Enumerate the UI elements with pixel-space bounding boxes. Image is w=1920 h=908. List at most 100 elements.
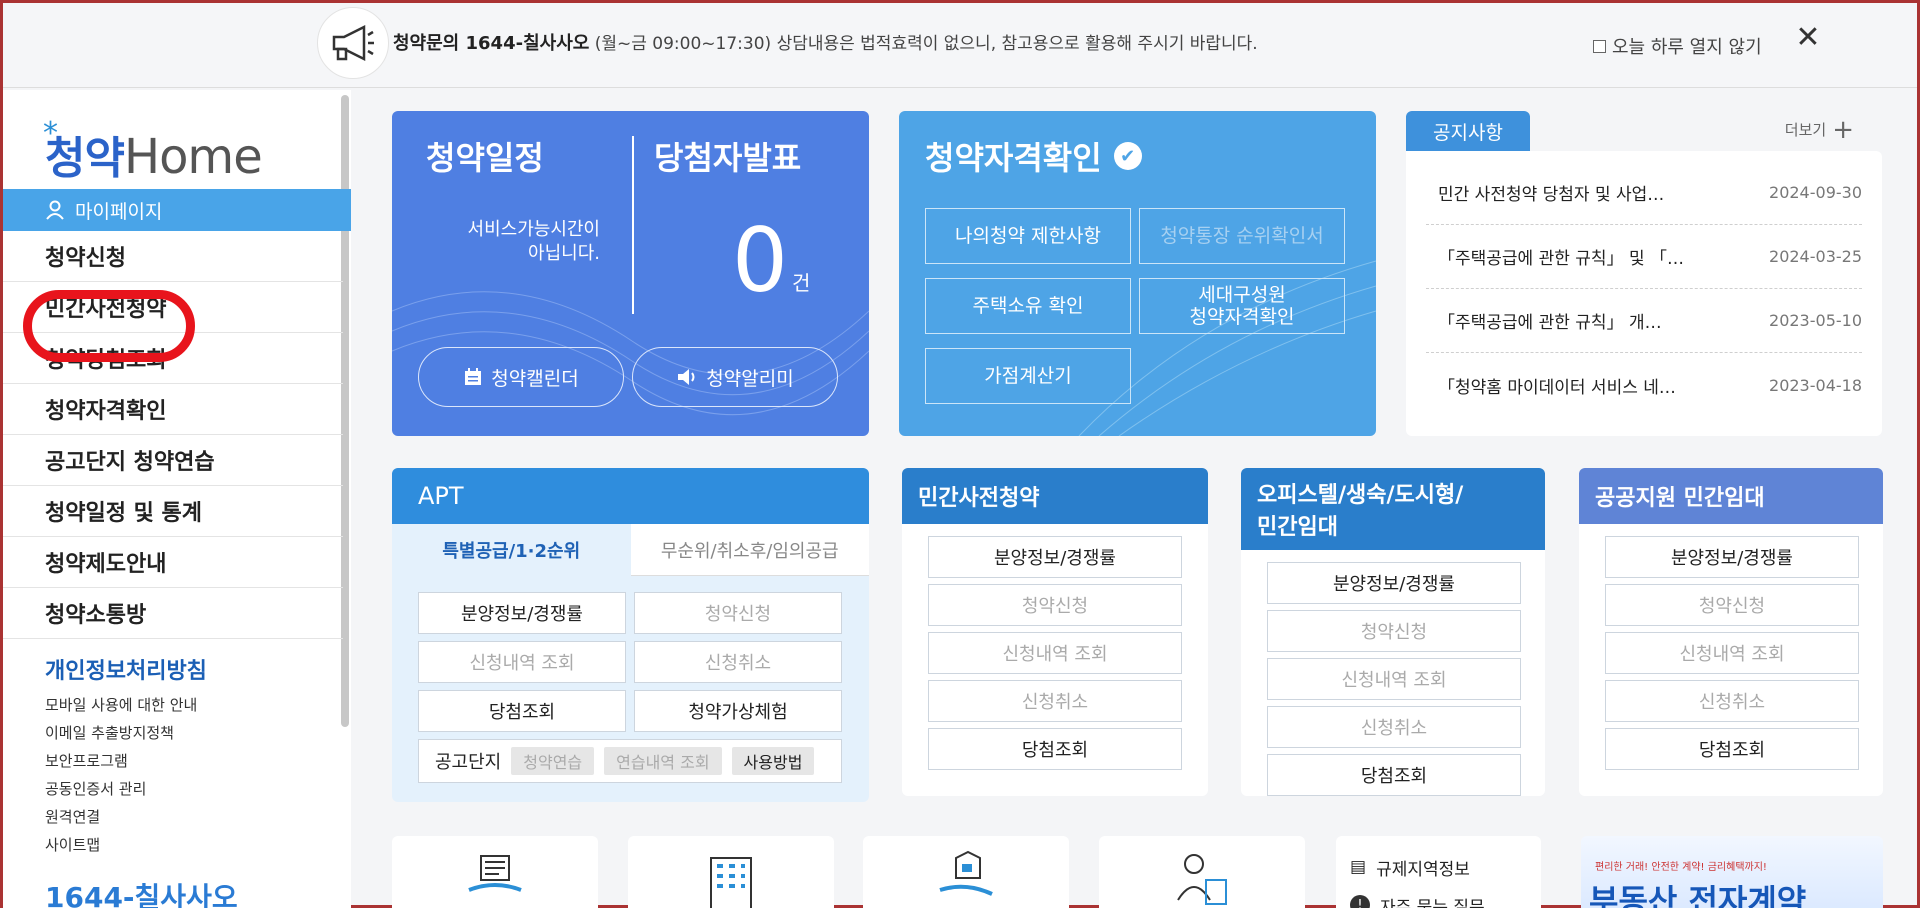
alarm-button[interactable]: 청약알리미 <box>632 347 838 407</box>
private-sale-info-button[interactable]: 분양정보/경쟁률 <box>928 536 1182 578</box>
house-hand-icon <box>939 850 993 896</box>
public-rental-list: 분양정보/경쟁률 청약신청 신청내역 조회 신청취소 당첨조회 <box>1605 536 1859 776</box>
account-rank-button[interactable]: 청약통장 순위확인서 <box>1139 208 1345 264</box>
hand-document-icon <box>468 855 522 892</box>
plus-icon: + <box>1832 114 1854 145</box>
practice-history-button[interactable]: 연습내역 조회 <box>604 747 722 775</box>
tab-no-rank[interactable]: 무순위/취소후/임의공급 <box>630 524 869 576</box>
notice-list: 민간 사전청약 당첨자 및 사업… 2024-09-30 「주택공급에 관한 규칙… <box>1406 151 1882 436</box>
notice-row[interactable]: 「청약홈 마이데이터 서비스 네… 2023-04-18 <box>1426 353 1862 417</box>
notice-title: 민간 사전청약 당첨자 및 사업… <box>1438 185 1665 205</box>
rental-history-button[interactable]: 신청내역 조회 <box>1605 632 1859 674</box>
apt-cancel-button[interactable]: 신청취소 <box>634 641 842 683</box>
apt-apply-button[interactable]: 청약신청 <box>634 592 842 634</box>
service-unavailable-text: 서비스가능시간이 아닙니다. <box>432 218 600 266</box>
rental-cancel-button[interactable]: 신청취소 <box>1605 680 1859 722</box>
apt-sale-info-button[interactable]: 분양정보/경쟁률 <box>418 592 626 634</box>
sidebar-phone: 1644-칠사사오 <box>45 881 238 908</box>
winners-title[interactable]: 당첨자발표 <box>654 133 801 179</box>
officetel-history-button[interactable]: 신청내역 조회 <box>1267 658 1521 700</box>
my-restrictions-button[interactable]: 나의청약 제한사항 <box>925 208 1131 264</box>
calendar-label: 청약캘린더 <box>491 367 579 390</box>
sidebar-item-eligibility[interactable]: 청약자격확인 <box>3 384 343 435</box>
quick-tile-2[interactable] <box>628 836 834 908</box>
mypage-button[interactable]: 마이페이지 <box>3 189 351 231</box>
private-cancel-button[interactable]: 신청취소 <box>928 680 1182 722</box>
eligibility-card: 청약자격확인 ✔ 나의청약 제한사항 청약통장 순위확인서 주택소유 확인 세대… <box>899 111 1376 436</box>
rental-apply-button[interactable]: 청약신청 <box>1605 584 1859 626</box>
calendar-button[interactable]: 청약캘린더 <box>418 347 624 407</box>
more-link[interactable]: 더보기 + <box>1785 114 1854 145</box>
score-calculator-button[interactable]: 가점계산기 <box>925 348 1131 404</box>
sidebar-item-practice[interactable]: 공고단지 청약연습 <box>3 435 343 486</box>
apt-virtual-button[interactable]: 청약가상체험 <box>634 690 842 732</box>
sidebar-item-communication[interactable]: 청약소통방 <box>3 588 343 639</box>
officetel-apply-button[interactable]: 청약신청 <box>1267 610 1521 652</box>
notice-title: 「주택공급에 관한 규칙」 개… <box>1438 313 1662 333</box>
notice-board: 공지사항 더보기 + 민간 사전청약 당첨자 및 사업… 2024-09-30 「… <box>1406 111 1882 436</box>
officetel-title-line2: 민간임대 <box>1257 515 1338 540</box>
apt-history-button[interactable]: 신청내역 조회 <box>418 641 626 683</box>
sublink-mobile[interactable]: 모바일 사용에 대한 안내 <box>45 691 197 719</box>
sidebar-item-schedule-stats[interactable]: 청약일정 및 통계 <box>3 486 343 537</box>
service-line-2: 아닙니다. <box>528 243 600 264</box>
privacy-policy-link[interactable]: 개인정보처리방침 <box>45 653 207 685</box>
sublink-email-policy[interactable]: 이메일 추출방지정책 <box>45 719 197 747</box>
tab-special-supply[interactable]: 특별공급/1·2순위 <box>392 524 631 576</box>
notice-row[interactable]: 민간 사전청약 당첨자 및 사업… 2024-09-30 <box>1426 161 1862 225</box>
officetel-cancel-button[interactable]: 신청취소 <box>1267 706 1521 748</box>
rental-sale-info-button[interactable]: 분양정보/경쟁률 <box>1605 536 1859 578</box>
officetel-sale-info-button[interactable]: 분양정보/경쟁률 <box>1267 562 1521 604</box>
sublink-remote[interactable]: 원격연결 <box>45 803 197 831</box>
quick-tile-1[interactable] <box>392 836 598 908</box>
service-line-1: 서비스가능시간이 <box>467 219 600 240</box>
site-logo[interactable]: * 청약Home <box>43 116 263 186</box>
e-contract-banner[interactable]: 편리한 거래! 안전한 계약! 금리혜택까지! 부동산 전자계약 <box>1581 836 1883 908</box>
apt-winner-button[interactable]: 당첨조회 <box>418 690 626 732</box>
sublink-security[interactable]: 보안프로그램 <box>45 747 197 775</box>
close-icon[interactable]: ✕ <box>1793 23 1823 53</box>
house-ownership-button[interactable]: 주택소유 확인 <box>925 278 1131 334</box>
notice-lead: 청약문의 1644-칠사사오 <box>393 33 590 54</box>
check-circle-icon: ✔ <box>1113 142 1142 170</box>
schedule-title[interactable]: 청약일정 <box>426 133 544 179</box>
sidebar-sublinks: 모바일 사용에 대한 안내 이메일 추출방지정책 보안프로그램 공동인증서 관리… <box>45 691 197 859</box>
info-links-tile: ▤ 규제지역정보 ! 자주 묻는 질문 <box>1336 836 1541 908</box>
notice-tab[interactable]: 공지사항 <box>1406 111 1530 151</box>
officetel-title: 오피스텔/생숙/도시형/ 민간임대 <box>1241 468 1545 550</box>
checkbox-icon[interactable] <box>1593 39 1606 53</box>
mypage-label: 마이페이지 <box>75 200 163 223</box>
rental-winner-button[interactable]: 당첨조회 <box>1605 728 1859 770</box>
sidebar-item-apply[interactable]: 청약신청 <box>3 231 343 282</box>
notice-date: 2024-09-30 <box>1769 183 1862 202</box>
sidebar-item-system-guide[interactable]: 청약제도안내 <box>3 537 343 588</box>
household-eligibility-button[interactable]: 세대구성원 청약자격확인 <box>1139 278 1345 334</box>
sublink-sitemap[interactable]: 사이트맵 <box>45 831 197 859</box>
exclamation-icon: ! <box>1350 895 1370 908</box>
notice-row[interactable]: 「주택공급에 관한 규칙」 및 「… 2024-03-25 <box>1426 225 1862 289</box>
dont-show-today-checkbox[interactable]: 오늘 하루 열지 않기 <box>1593 33 1762 59</box>
how-to-use-button[interactable]: 사용방법 <box>731 747 815 775</box>
calendar-icon <box>465 368 482 385</box>
quick-tile-3[interactable] <box>863 836 1069 908</box>
highlight-circle-annotation <box>23 290 195 362</box>
private-winner-button[interactable]: 당첨조회 <box>928 728 1182 770</box>
regulated-area-link[interactable]: ▤ 규제지역정보 <box>1350 848 1541 886</box>
private-pre-card: 민간사전청약 분양정보/경쟁률 청약신청 신청내역 조회 신청취소 당첨조회 <box>902 468 1208 796</box>
private-pre-list: 분양정보/경쟁률 청약신청 신청내역 조회 신청취소 당첨조회 <box>928 536 1182 776</box>
officetel-winner-button[interactable]: 당첨조회 <box>1267 754 1521 796</box>
private-apply-button[interactable]: 청약신청 <box>928 584 1182 626</box>
apt-practice-row: 공고단지 청약연습 연습내역 조회 사용방법 <box>418 739 842 783</box>
schedule-divider <box>632 136 634 314</box>
winners-count-unit: 건 <box>792 271 811 295</box>
sublink-certificate[interactable]: 공동인증서 관리 <box>45 775 197 803</box>
alarm-label: 청약알리미 <box>706 367 794 390</box>
banner-title: 부동산 전자계약 <box>1589 882 1807 908</box>
quick-tile-4[interactable] <box>1099 836 1305 908</box>
eligibility-title-text: 청약자격확인 <box>925 139 1102 177</box>
private-history-button[interactable]: 신청내역 조회 <box>928 632 1182 674</box>
faq-link[interactable]: ! 자주 묻는 질문 <box>1350 886 1541 908</box>
schedule-card: 청약일정 당첨자발표 서비스가능시간이 아닙니다. 0 건 청약캘린더 청약알리… <box>392 111 869 436</box>
practice-button[interactable]: 청약연습 <box>511 747 595 775</box>
notice-row[interactable]: 「주택공급에 관한 규칙」 개… 2023-05-10 <box>1426 289 1862 353</box>
